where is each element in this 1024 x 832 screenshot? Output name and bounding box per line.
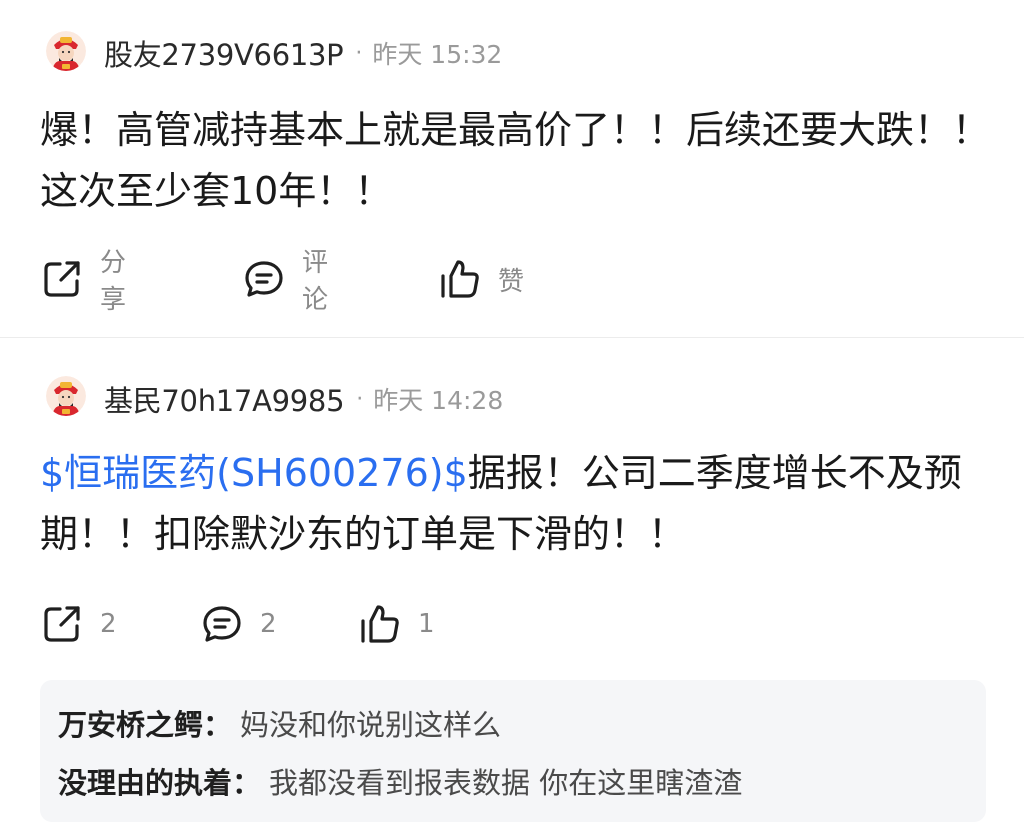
post-item: 基民70h17A9985 · 昨天 14:28 $恒瑞医药(SH600276)$… xyxy=(0,338,1024,832)
reply-text: 我都没看到报表数据 你在这里瞎渣渣 xyxy=(269,766,743,800)
separator-dot: · xyxy=(355,40,363,66)
share-button[interactable]: 分享 xyxy=(40,248,126,315)
share-count: 2 xyxy=(100,609,117,639)
thumbs-up-icon xyxy=(358,602,402,646)
reply-author[interactable]: 万安桥之鳄： xyxy=(58,708,232,742)
comment-label: 评论 xyxy=(302,248,329,315)
post-header: 股友2739V6613P · 昨天 15:32 xyxy=(104,32,502,74)
comment-icon xyxy=(200,602,244,646)
post-header: 基民70h17A9985 · 昨天 14:28 xyxy=(104,378,503,420)
username[interactable]: 股友2739V6613P xyxy=(104,32,344,74)
stock-link[interactable]: $恒瑞医药(SH600276)$ xyxy=(40,451,468,495)
comment-button[interactable]: 评论 xyxy=(242,248,328,315)
post-item: 股友2739V6613P · 昨天 15:32 爆！高管减持基本上就是最高价了！… xyxy=(0,0,1024,337)
user-avatar-icon[interactable] xyxy=(46,376,86,416)
post-time: 昨天 15:32 xyxy=(372,40,503,69)
share-label: 分享 xyxy=(100,248,127,315)
post-time: 昨天 14:28 xyxy=(373,386,504,415)
reply-author[interactable]: 没理由的执着： xyxy=(58,766,261,800)
comment-button[interactable]: 2 xyxy=(200,602,277,646)
replies-preview[interactable]: 万安桥之鳄： 妈没和你说别这样么 没理由的执着： 我都没看到报表数据 你在这里瞎渣渣 xyxy=(40,680,986,822)
post-content[interactable]: 爆！高管减持基本上就是最高价了！！后续还要大跌！！这次至少套10年！！ xyxy=(40,100,990,222)
like-button[interactable]: 1 xyxy=(358,602,435,646)
like-button[interactable]: 赞 xyxy=(438,257,524,301)
like-count: 1 xyxy=(418,609,435,639)
user-avatar-icon[interactable] xyxy=(46,31,86,71)
share-button[interactable]: 2 xyxy=(40,602,117,646)
post-content[interactable]: $恒瑞医药(SH600276)$据报！公司二季度增长不及预期！！扣除默沙东的订单… xyxy=(40,443,990,565)
reply-text: 妈没和你说别这样么 xyxy=(240,708,502,742)
reply-item[interactable]: 万安桥之鳄： 妈没和你说别这样么 xyxy=(58,702,501,744)
separator-dot: · xyxy=(356,386,364,412)
comment-icon xyxy=(242,257,286,301)
share-icon xyxy=(40,257,84,301)
share-icon xyxy=(40,602,84,646)
comment-count: 2 xyxy=(260,609,277,639)
thumbs-up-icon xyxy=(438,257,482,301)
like-label: 赞 xyxy=(498,266,525,297)
username[interactable]: 基民70h17A9985 xyxy=(104,378,345,420)
reply-item[interactable]: 没理由的执着： 我都没看到报表数据 你在这里瞎渣渣 xyxy=(58,760,742,802)
